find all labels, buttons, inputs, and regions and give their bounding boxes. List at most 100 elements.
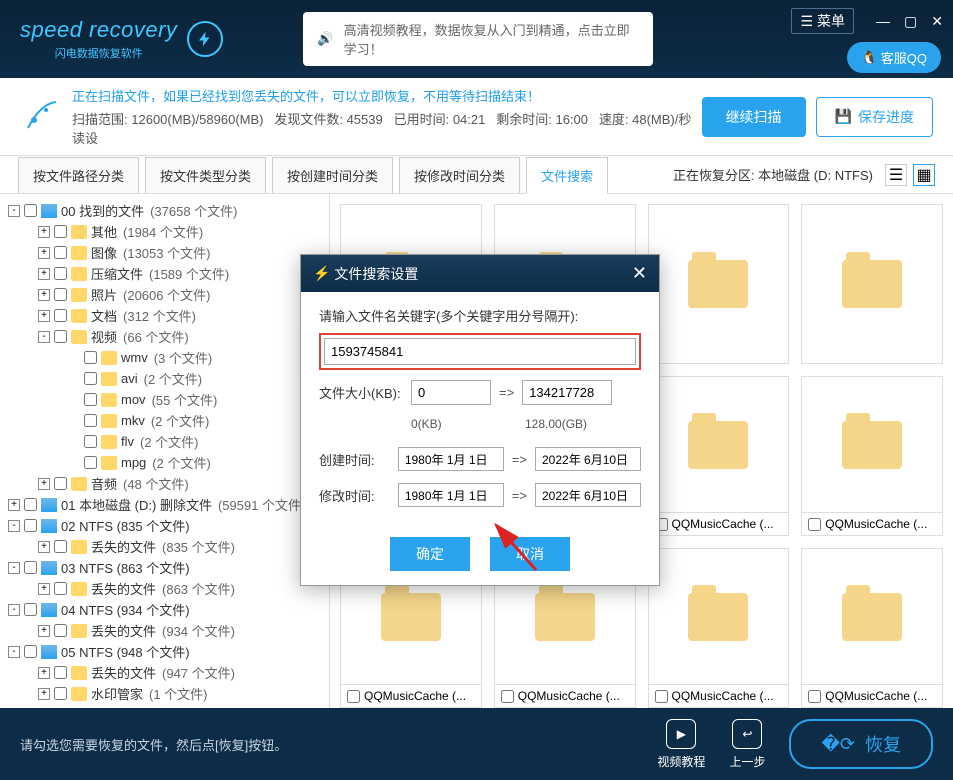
node-checkbox[interactable] [84,393,97,406]
thumb-checkbox[interactable] [501,690,514,703]
expand-icon[interactable]: - [8,646,20,658]
tree-node[interactable]: mpg(2 个文件) [4,452,325,473]
node-checkbox[interactable] [84,456,97,469]
node-checkbox[interactable] [54,309,67,322]
continue-scan-button[interactable]: 继续扫描 [702,97,806,137]
tree-node[interactable]: avi(2 个文件) [4,368,325,389]
expand-icon[interactable]: + [38,310,50,322]
tree-node[interactable]: +文档(312 个文件) [4,305,325,326]
tree-node[interactable]: -04 NTFS (934 个文件) [4,599,325,620]
node-checkbox[interactable] [24,204,37,217]
thumb-checkbox[interactable] [655,690,668,703]
grid-view-icon[interactable]: ▦ [913,164,935,186]
tree-node[interactable]: +01 本地磁盘 (D:) 删除文件(59591 个文件) [4,494,325,515]
node-checkbox[interactable] [54,666,67,679]
tree-node[interactable]: mov(55 个文件) [4,389,325,410]
node-checkbox[interactable] [54,288,67,301]
expand-icon[interactable]: + [38,268,50,280]
cancel-button[interactable]: 取消 [490,537,570,571]
expand-icon[interactable]: + [8,499,20,511]
node-checkbox[interactable] [24,603,37,616]
expand-icon[interactable]: + [38,688,50,700]
tab-by-create-time[interactable]: 按创建时间分类 [272,157,393,193]
expand-icon[interactable]: - [8,562,20,574]
node-checkbox[interactable] [84,372,97,385]
video-tutorial-button[interactable]: ▶ 视频教程 [657,719,705,770]
maximize-button[interactable]: ▢ [904,13,917,30]
expand-icon[interactable]: - [8,604,20,616]
tab-by-path[interactable]: 按文件路径分类 [18,157,139,193]
expand-icon[interactable]: - [8,520,20,532]
recover-button[interactable]: �⟳ 恢复 [789,719,933,769]
modify-from-input[interactable] [398,483,504,507]
node-checkbox[interactable] [54,477,67,490]
expand-icon[interactable]: + [38,289,50,301]
thumbnail-item[interactable]: QQMusicCache (... [801,548,943,708]
save-progress-button[interactable]: 💾 保存进度 [816,97,933,137]
node-checkbox[interactable] [24,645,37,658]
tree-node[interactable]: -05 NTFS (948 个文件) [4,641,325,662]
expand-icon[interactable]: + [38,226,50,238]
tree-node[interactable]: +压缩文件(1589 个文件) [4,263,325,284]
node-checkbox[interactable] [54,246,67,259]
tutorial-banner[interactable]: 🔊 高清视频教程，数据恢复从入门到精通，点击立即学习！ [303,12,653,66]
node-checkbox[interactable] [54,624,67,637]
tab-by-modify-time[interactable]: 按修改时间分类 [399,157,520,193]
node-checkbox[interactable] [54,582,67,595]
tree-node[interactable]: -视频(66 个文件) [4,326,325,347]
tab-by-type[interactable]: 按文件类型分类 [145,157,266,193]
list-view-icon[interactable]: ☰ [885,164,907,186]
ok-button[interactable]: 确定 [390,537,470,571]
expand-icon[interactable]: + [38,478,50,490]
dialog-close-button[interactable]: ✕ [632,263,647,284]
tree-node[interactable]: +丢失的文件(863 个文件) [4,578,325,599]
tree-node[interactable]: +丢失的文件(835 个文件) [4,536,325,557]
tree-node[interactable]: wmv(3 个文件) [4,347,325,368]
expand-icon[interactable]: - [8,205,20,217]
create-from-input[interactable] [398,447,504,471]
thumb-checkbox[interactable] [808,518,821,531]
back-button[interactable]: ↩ 上一步 [729,719,765,770]
node-checkbox[interactable] [84,414,97,427]
close-button[interactable]: ✕ [931,13,943,30]
modify-to-input[interactable] [535,483,641,507]
qq-support-button[interactable]: 🐧 客服QQ [847,42,941,73]
create-to-input[interactable] [535,447,641,471]
size-from-input[interactable] [411,380,491,405]
thumbnail-item[interactable] [801,204,943,364]
node-checkbox[interactable] [54,225,67,238]
dialog-title-bar[interactable]: ⚡ 文件搜索设置 ✕ [301,255,659,292]
tab-file-search[interactable]: 文件搜索 [526,157,608,194]
node-checkbox[interactable] [54,687,67,700]
tree-node[interactable]: +丢失的文件(947 个文件) [4,662,325,683]
thumbnail-item[interactable]: QQMusicCache (... [648,376,790,536]
node-checkbox[interactable] [24,498,37,511]
expand-icon[interactable]: + [38,583,50,595]
node-checkbox[interactable] [54,540,67,553]
tree-node[interactable]: +水印管家(1 个文件) [4,683,325,704]
thumbnail-item[interactable] [648,204,790,364]
tree-node[interactable]: +照片(20606 个文件) [4,284,325,305]
tree-node[interactable]: -02 NTFS (835 个文件) [4,515,325,536]
tree-node[interactable]: -03 NTFS (863 个文件) [4,557,325,578]
thumbnail-item[interactable]: QQMusicCache (... [648,548,790,708]
node-checkbox[interactable] [54,330,67,343]
expand-icon[interactable]: + [38,247,50,259]
thumb-checkbox[interactable] [347,690,360,703]
tree-node[interactable]: -00 找到的文件(37658 个文件) [4,200,325,221]
tree-node[interactable]: +图像(13053 个文件) [4,242,325,263]
keyword-input[interactable] [324,338,636,365]
node-checkbox[interactable] [24,561,37,574]
minimize-button[interactable]: — [876,13,890,29]
thumb-checkbox[interactable] [808,690,821,703]
node-checkbox[interactable] [84,435,97,448]
size-to-input[interactable] [522,380,612,405]
expand-icon[interactable]: + [38,667,50,679]
node-checkbox[interactable] [24,519,37,532]
tree-node[interactable]: flv(2 个文件) [4,431,325,452]
tree-node[interactable]: +丢失的文件(934 个文件) [4,620,325,641]
tree-node[interactable]: +音频(48 个文件) [4,473,325,494]
tree-node[interactable]: mkv(2 个文件) [4,410,325,431]
expand-icon[interactable]: + [38,541,50,553]
tree-node[interactable]: +其他(1984 个文件) [4,221,325,242]
